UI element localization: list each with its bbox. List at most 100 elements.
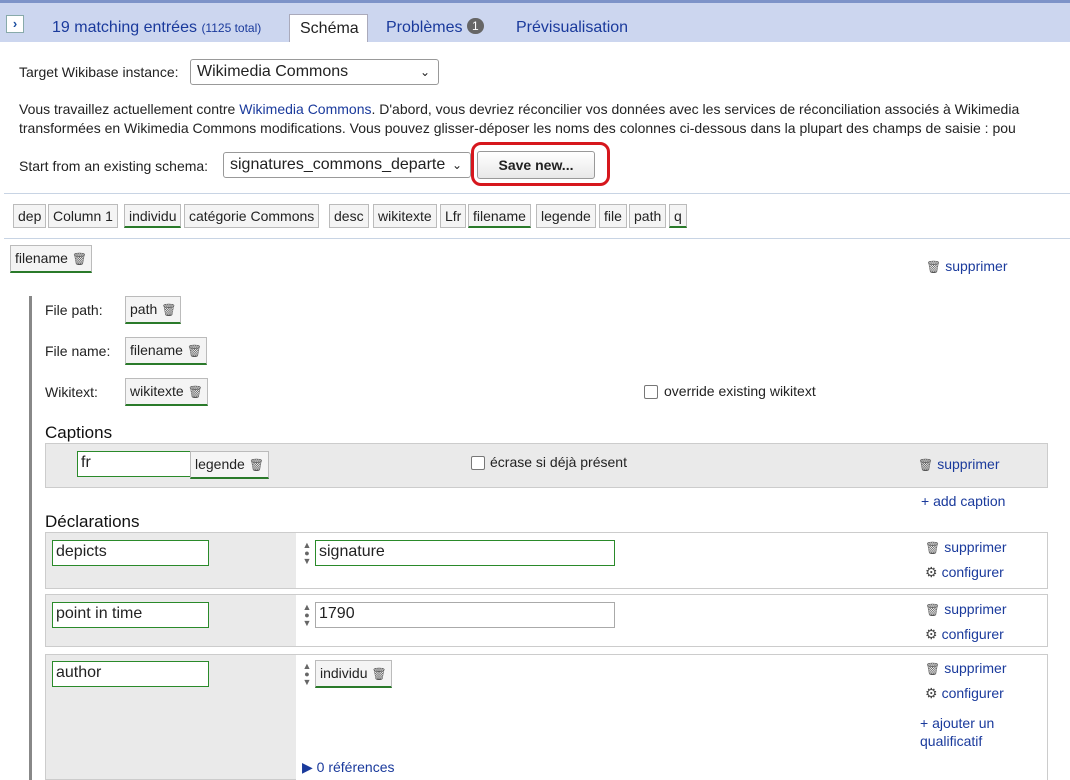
info-text-post: . D'abord, vous devriez réconcilier vos … bbox=[371, 101, 1020, 117]
trash-icon[interactable]: 🗑 bbox=[187, 339, 202, 363]
wikimedia-commons-link[interactable]: Wikimedia Commons bbox=[239, 101, 371, 117]
save-new-button[interactable]: Save new... bbox=[477, 151, 595, 179]
column-chip-column1[interactable]: Column 1 bbox=[48, 204, 118, 228]
file-path-chip[interactable]: path 🗑 bbox=[125, 296, 182, 324]
column-chip-individu[interactable]: individu bbox=[124, 204, 182, 228]
statement-delete-link[interactable]: 🗑 supprimer bbox=[925, 601, 1006, 617]
column-chip-path[interactable]: path bbox=[629, 204, 667, 228]
statement-configure-label: configurer bbox=[941, 685, 1004, 701]
declarations-title: Déclarations bbox=[45, 512, 140, 531]
column-chip-desc[interactable]: desc bbox=[329, 204, 369, 228]
trash-icon[interactable]: 🗑 bbox=[72, 247, 87, 271]
subject-delete-label: supprimer bbox=[945, 258, 1008, 274]
wikitext-chip[interactable]: wikitexte 🗑 bbox=[125, 378, 208, 406]
captions-title: Captions bbox=[45, 423, 113, 442]
value-input-date[interactable]: 1790 bbox=[315, 602, 615, 628]
gear-icon: ⚙ bbox=[925, 685, 938, 701]
statement-delete-label: supprimer bbox=[944, 601, 1007, 617]
property-input-author[interactable]: author bbox=[52, 661, 209, 687]
caption-chip[interactable]: legende 🗑 bbox=[190, 451, 270, 479]
divider bbox=[4, 193, 1070, 194]
tab-preview[interactable]: Prévisualisation bbox=[516, 14, 628, 42]
override-wikitext-checkbox[interactable] bbox=[644, 385, 658, 399]
value-input-signature[interactable]: signature bbox=[315, 540, 615, 566]
column-chip-categorie[interactable]: catégorie Commons bbox=[184, 204, 320, 228]
subject-indent-bar bbox=[29, 296, 32, 780]
caption-overwrite-checkbox[interactable] bbox=[471, 456, 485, 470]
target-instance-label: Target Wikibase instance: bbox=[19, 64, 179, 80]
caption-delete-label: supprimer bbox=[937, 456, 1000, 472]
file-path-chip-label: path bbox=[130, 301, 158, 317]
gear-icon: ⚙ bbox=[925, 564, 938, 580]
tab-schema[interactable]: Schéma bbox=[289, 14, 368, 42]
trash-icon[interactable]: 🗑 bbox=[371, 662, 386, 686]
trash-icon: 🗑 bbox=[925, 603, 941, 617]
file-name-chip[interactable]: filename 🗑 bbox=[125, 337, 208, 365]
statement-delete-label: supprimer bbox=[944, 539, 1007, 555]
schema-select-value: signatures_commons_departe bbox=[230, 156, 446, 173]
chevron-down-icon: ⌄ bbox=[419, 65, 430, 79]
rank-icon[interactable]: ▲ ● ▼ bbox=[302, 541, 312, 566]
target-instance-select[interactable]: Wikimedia Commons ⌄ bbox=[190, 59, 439, 85]
author-value-chip-label: individu bbox=[320, 665, 368, 681]
statement-configure-label: configurer bbox=[941, 564, 1004, 580]
info-line-2: transformées en Wikimedia Commons modifi… bbox=[19, 120, 1016, 136]
override-wikitext-label: override existing wikitext bbox=[664, 383, 816, 399]
tab-problems[interactable]: Problèmes 1 bbox=[386, 14, 484, 42]
schema-select-label: Start from an existing schema: bbox=[19, 158, 209, 174]
statement-configure-link[interactable]: ⚙ configurer bbox=[925, 685, 1004, 702]
chevron-down-icon: ⌄ bbox=[451, 158, 462, 172]
column-chip-dep[interactable]: dep bbox=[13, 204, 47, 228]
add-qualifier-line-2: qualificatif bbox=[920, 733, 983, 749]
property-input-depicts[interactable]: depicts bbox=[52, 540, 209, 566]
caption-language-input[interactable]: fr bbox=[77, 451, 193, 477]
rank-icon[interactable]: ▲ ● ▼ bbox=[302, 662, 312, 687]
problems-count-badge: 1 bbox=[466, 18, 484, 34]
file-name-label: File name: bbox=[45, 343, 111, 359]
tab-schema-label: Schéma bbox=[300, 20, 359, 37]
references-toggle[interactable]: ▶ 0 références bbox=[302, 759, 394, 776]
tab-problems-label: Problèmes bbox=[386, 19, 463, 36]
file-name-chip-label: filename bbox=[130, 342, 183, 358]
column-chip-lfr[interactable]: Lfr bbox=[440, 204, 467, 228]
tab-matching-entries[interactable]: 19 matching entrées (1125 total) bbox=[52, 14, 261, 42]
trash-icon: 🗑 bbox=[925, 541, 941, 555]
target-instance-value: Wikimedia Commons bbox=[197, 63, 349, 80]
rank-icon[interactable]: ▲ ● ▼ bbox=[302, 603, 312, 628]
statement-delete-link[interactable]: 🗑 supprimer bbox=[925, 539, 1006, 555]
column-chip-wikitexte[interactable]: wikitexte bbox=[373, 204, 437, 228]
divider bbox=[4, 238, 1070, 239]
caption-delete-link[interactable]: 🗑 supprimer bbox=[918, 456, 999, 472]
add-qualifier-link[interactable]: + ajouter un qualificatif bbox=[920, 714, 994, 750]
statement-configure-link[interactable]: ⚙ configurer bbox=[925, 626, 1004, 643]
chevron-right-icon[interactable]: › bbox=[6, 15, 24, 33]
column-chip-legende[interactable]: legende bbox=[536, 204, 596, 228]
statement-configure-link[interactable]: ⚙ configurer bbox=[925, 564, 1004, 581]
column-chip-q[interactable]: q bbox=[669, 204, 687, 228]
statement-delete-label: supprimer bbox=[944, 660, 1007, 676]
info-line-1: Vous travaillez actuellement contre Wiki… bbox=[19, 101, 1019, 117]
trash-icon: 🗑 bbox=[918, 458, 934, 472]
property-input-point-in-time[interactable]: point in time bbox=[52, 602, 209, 628]
column-chip-filename[interactable]: filename bbox=[468, 204, 531, 228]
schema-select[interactable]: signatures_commons_departe ⌄ bbox=[223, 152, 471, 178]
file-path-label: File path: bbox=[45, 302, 103, 318]
subject-chip-label: filename bbox=[15, 250, 68, 266]
trash-icon[interactable]: 🗑 bbox=[161, 298, 176, 322]
subject-chip[interactable]: filename 🗑 bbox=[10, 245, 93, 273]
trash-icon[interactable]: 🗑 bbox=[249, 453, 264, 477]
wikitext-label: Wikitext: bbox=[45, 384, 98, 400]
caption-chip-label: legende bbox=[195, 456, 245, 472]
caption-overwrite-label: écrase si déjà présent bbox=[490, 454, 627, 470]
tab-total-label: (1125 total) bbox=[201, 21, 262, 35]
statement-delete-link[interactable]: 🗑 supprimer bbox=[925, 660, 1006, 676]
trash-icon: 🗑 bbox=[925, 662, 941, 676]
wikitext-chip-label: wikitexte bbox=[130, 383, 184, 399]
add-caption-link[interactable]: + add caption bbox=[921, 493, 1005, 509]
author-value-chip[interactable]: individu 🗑 bbox=[315, 660, 392, 688]
trash-icon: 🗑 bbox=[926, 260, 942, 274]
gear-icon: ⚙ bbox=[925, 626, 938, 642]
trash-icon[interactable]: 🗑 bbox=[188, 380, 203, 404]
column-chip-file[interactable]: file bbox=[599, 204, 627, 228]
subject-delete-link[interactable]: 🗑 supprimer bbox=[926, 258, 1007, 274]
